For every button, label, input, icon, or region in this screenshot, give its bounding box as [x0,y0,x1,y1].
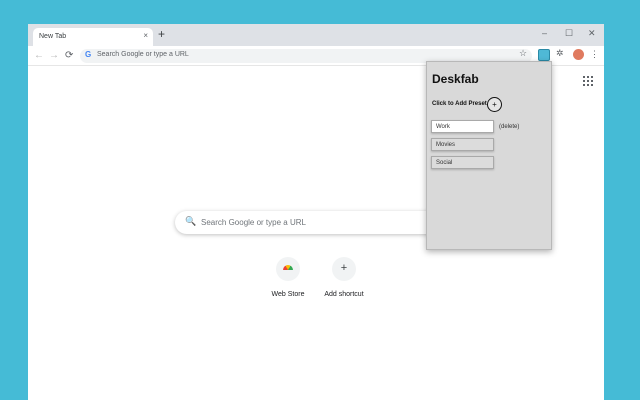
tab-strip: New Tab × + – ☐ ✕ [28,24,604,46]
google-apps-icon[interactable] [583,76,593,86]
back-icon[interactable]: ← [34,49,44,62]
preset-work[interactable]: Work [431,120,494,133]
tab-close-icon[interactable]: × [143,31,148,40]
tab-new-tab[interactable]: New Tab × [33,28,153,46]
shortcut-circle [276,257,300,281]
ntp-search-box[interactable]: 🔍 Search Google or type a URL [175,211,461,234]
deskfab-popup: Deskfab Click to Add Preset + Work (dele… [426,61,552,250]
forward-icon[interactable]: → [49,49,59,62]
preset-social[interactable]: Social [431,156,494,169]
web-store-icon [283,265,293,270]
search-icon: 🔍 [185,216,197,226]
deskfab-extension-icon[interactable] [538,49,550,61]
add-preset-label: Click to Add Preset [432,101,487,107]
omnibox-placeholder: Search Google or type a URL [97,51,189,58]
new-tab-button[interactable]: + [158,27,165,41]
extensions-puzzle-icon[interactable]: ✲ [556,48,564,59]
menu-kebab-icon[interactable]: ⋮ [590,48,599,60]
shortcut-label: Add shortcut [324,291,364,298]
ntp-search-placeholder: Search Google or type a URL [201,218,306,227]
bookmark-star-icon[interactable]: ☆ [519,48,527,59]
delete-preset-link[interactable]: (delete) [499,124,519,130]
profile-avatar[interactable] [573,49,584,60]
plus-icon: + [340,262,348,274]
preset-movies[interactable]: Movies [431,138,494,151]
popup-title: Deskfab [432,72,479,86]
reload-icon[interactable]: ⟳ [65,49,73,62]
minimize-icon[interactable]: – [542,27,547,39]
tab-title: New Tab [39,33,67,40]
add-preset-button[interactable]: + [487,97,502,112]
maximize-icon[interactable]: ☐ [565,27,573,39]
shortcut-add[interactable]: + Add shortcut [309,257,379,307]
window-close-icon[interactable]: ✕ [588,27,596,39]
google-icon: G [85,50,92,59]
shortcut-circle: + [332,257,356,281]
